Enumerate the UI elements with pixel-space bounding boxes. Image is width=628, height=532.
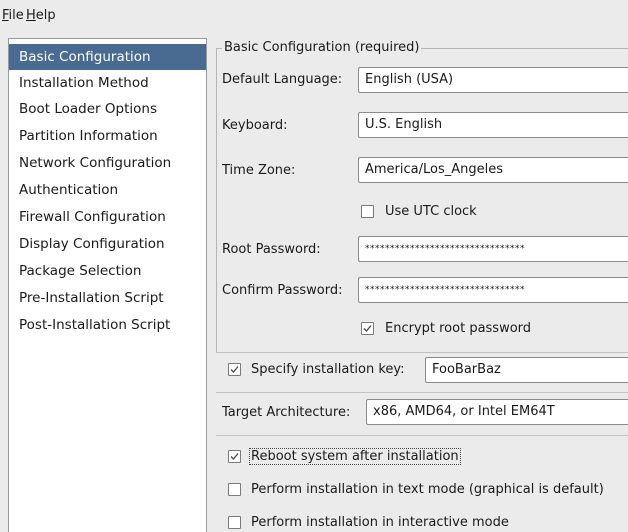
sidebar-list: Basic Configuration Installation Method … xyxy=(8,38,207,532)
install-key-field[interactable]: FooBarBaz xyxy=(425,357,628,383)
basic-config-frame-title: Basic Configuration (required) xyxy=(222,40,422,55)
sidebar-item-post-installation-script[interactable]: Post-Installation Script xyxy=(9,312,206,338)
confirm-password-label: Confirm Password: xyxy=(222,283,343,298)
use-utc-label: Use UTC clock xyxy=(385,204,477,219)
confirm-password-field[interactable]: ******************************** xyxy=(358,277,628,303)
time-zone-combo[interactable]: America/Los_Angeles xyxy=(358,157,628,183)
menu-bar: File Help xyxy=(0,0,628,30)
keyboard-label: Keyboard: xyxy=(222,118,288,133)
interactive-mode-label: Perform installation in interactive mode xyxy=(251,515,509,530)
time-zone-label: Time Zone: xyxy=(222,163,296,178)
sidebar-item-package-selection[interactable]: Package Selection xyxy=(9,258,206,284)
sidebar-item-network-configuration[interactable]: Network Configuration xyxy=(9,150,206,176)
separator xyxy=(216,352,628,353)
reboot-checkbox[interactable] xyxy=(228,450,241,463)
default-language-combo[interactable]: English (USA) xyxy=(358,67,628,93)
check-icon xyxy=(230,453,239,460)
target-arch-label: Target Architecture: xyxy=(222,405,351,420)
target-arch-combo[interactable]: x86, AMD64, or Intel EM64T xyxy=(366,399,628,425)
sidebar-item-authentication[interactable]: Authentication xyxy=(9,177,206,203)
separator xyxy=(216,435,628,436)
sidebar-item-firewall-configuration[interactable]: Firewall Configuration xyxy=(9,204,206,230)
sidebar-item-installation-method[interactable]: Installation Method xyxy=(9,70,206,96)
encrypt-root-label: Encrypt root password xyxy=(385,321,532,336)
root-password-label: Root Password: xyxy=(222,242,321,257)
menu-help[interactable]: Help xyxy=(26,8,56,23)
sidebar-item-pre-installation-script[interactable]: Pre-Installation Script xyxy=(9,285,206,311)
sidebar-item-display-configuration[interactable]: Display Configuration xyxy=(9,231,206,257)
basic-config-frame xyxy=(216,48,628,353)
sidebar-item-boot-loader-options[interactable]: Boot Loader Options xyxy=(9,96,206,122)
interactive-mode-checkbox[interactable] xyxy=(228,516,241,529)
root-password-field[interactable]: ******************************** xyxy=(358,236,628,262)
default-language-label: Default Language: xyxy=(222,72,343,87)
install-key-label: Specify installation key: xyxy=(251,362,405,377)
check-icon xyxy=(230,366,239,373)
keyboard-combo[interactable]: U.S. English xyxy=(358,112,628,138)
separator xyxy=(216,392,628,393)
install-key-checkbox[interactable] xyxy=(228,363,241,376)
text-mode-label: Perform installation in text mode (graph… xyxy=(251,482,604,497)
reboot-label: Reboot system after installation xyxy=(249,448,461,465)
menu-file[interactable]: File xyxy=(2,8,24,23)
use-utc-checkbox[interactable] xyxy=(361,205,374,218)
text-mode-checkbox[interactable] xyxy=(228,483,241,496)
encrypt-root-checkbox[interactable] xyxy=(361,322,374,335)
sidebar-item-partition-information[interactable]: Partition Information xyxy=(9,123,206,149)
check-icon xyxy=(363,325,372,332)
sidebar-item-basic-configuration[interactable]: Basic Configuration xyxy=(9,44,206,70)
